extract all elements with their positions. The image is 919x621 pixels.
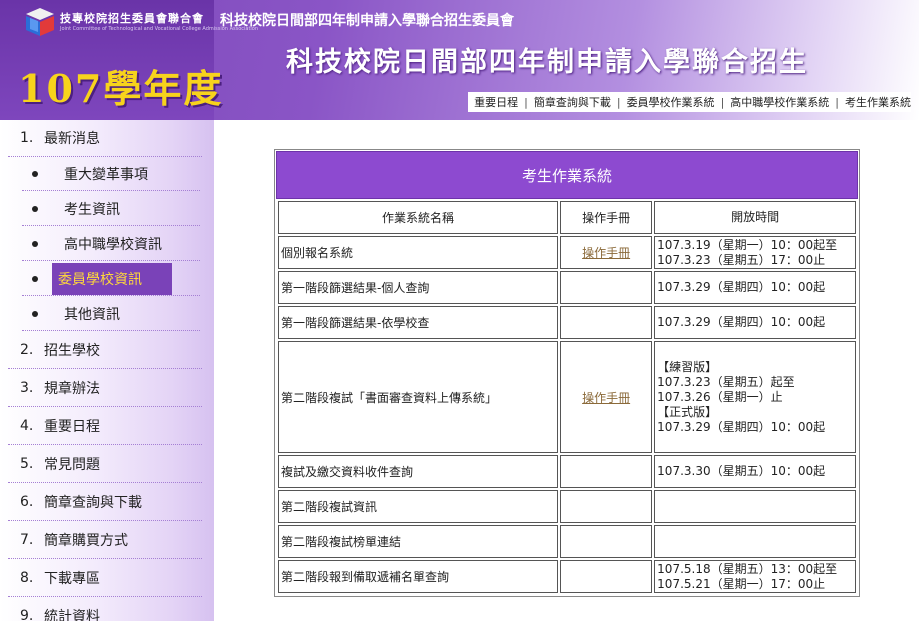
sidebar-subitem-student-info[interactable]: 考生資訊 [22,192,200,226]
sidebar-subitem-high-school-info[interactable]: 高中職學校資訊 [22,227,200,261]
column-header-manual: 操作手冊 [560,201,653,234]
sidebar-subitem-major-changes[interactable]: 重大變革事項 [22,157,200,191]
table-row: 第一階段篩選結果-個人查詢 107.3.29（星期四）10：00起 [278,271,856,304]
topnav-member-school-link[interactable]: 委員學校作業系統 [627,94,715,110]
open-time: 107.5.18（星期五）13：00起至 107.5.21（星期一）17：00止 [654,560,856,593]
bullet-icon [32,310,38,317]
academic-year: 107學年度 [18,66,224,111]
system-name-link[interactable]: 複試及繳交資料收件查詢 [278,455,559,488]
system-name-link[interactable]: 第二階段報到備取遞補名單查詢 [278,560,559,593]
open-time: 107.3.19（星期一）10：00起至 107.3.23（星期五）17：00止 [654,236,856,269]
page-title: 科技校院日間部四年制申請入學聯合招生 [286,47,808,78]
system-name-link[interactable]: 第一階段篩選結果-依學校查 [278,306,559,339]
sidebar-item-faq[interactable]: 5. 常見問題 [8,446,202,483]
header-logo-area: 技專校院招生委員會聯合會 Joint Committee of Technolo… [0,0,258,120]
sidebar: 1. 最新消息 重大變革事項 考生資訊 高中職學校資訊 委員學校資訊 其他資訊 2… [0,120,214,621]
manual-link[interactable]: 操作手冊 [582,391,630,405]
column-header-time: 開放時間 [654,201,856,234]
student-system-panel: 考生作業系統 作業系統名稱 操作手冊 開放時間 個別報名系統 操作手冊 107.… [274,149,860,597]
bullet-icon [32,170,38,177]
nav-separator: | [616,95,621,109]
system-name-link[interactable]: 第一階段篩選結果-個人查詢 [278,271,559,304]
topnav-schedule-link[interactable]: 重要日程 [474,94,518,110]
book-logo-icon [26,8,54,36]
table-row: 個別報名系統 操作手冊 107.3.19（星期一）10：00起至 107.3.2… [278,236,856,269]
sidebar-item-purchase[interactable]: 7. 簡章購買方式 [8,522,202,559]
nav-separator: | [835,95,839,109]
system-name-link[interactable]: 個別報名系統 [278,236,559,269]
manual-link[interactable]: 操作手冊 [582,246,630,260]
sidebar-item-statistics[interactable]: 9. 統計資料 [8,598,202,621]
bullet-icon [32,205,38,212]
main-content: 考生作業系統 作業系統名稱 操作手冊 開放時間 個別報名系統 操作手冊 107.… [214,120,919,621]
sidebar-item-regulations[interactable]: 3. 規章辦法 [8,370,202,407]
nav-separator: | [720,95,725,109]
table-row: 第二階段複試榜單連結 [278,525,856,558]
logo-text: 技專校院招生委員會聯合會 [60,12,204,25]
sidebar-item-schools[interactable]: 2. 招生學校 [8,332,202,369]
topnav-brochure-link[interactable]: 簡章查詢與下載 [534,94,611,110]
panel-title: 考生作業系統 [276,151,858,199]
table-row: 第一階段篩選結果-依學校查 107.3.29（星期四）10：00起 [278,306,856,339]
table-header-row: 作業系統名稱 操作手冊 開放時間 [278,201,856,234]
organization-name: 科技校院日間部四年制申請入學聯合招生委員會 [220,13,514,29]
system-name-link[interactable]: 第二階段複試資訊 [278,490,559,523]
open-time: 107.3.30（星期五）10：00起 [654,455,856,488]
system-name-link[interactable]: 第二階段複試榜單連結 [278,525,559,558]
sidebar-item-news[interactable]: 1. 最新消息 [8,120,202,157]
open-time: 107.3.29（星期四）10：00起 [654,271,856,304]
open-time: 107.3.29（星期四）10：00起 [654,306,856,339]
page-header: 技專校院招生委員會聯合會 Joint Committee of Technolo… [0,0,919,120]
sidebar-item-brochure[interactable]: 6. 簡章查詢與下載 [8,484,202,521]
top-navigation: 重要日程 | 簡章查詢與下載 | 委員學校作業系統 | 高中職學校作業系統 | … [468,92,911,112]
topnav-student-system-link[interactable]: 考生作業系統 [845,94,911,110]
sidebar-subitem-other-info[interactable]: 其他資訊 [22,297,200,331]
open-time: 【練習版】 107.3.23（星期五）起至 107.3.26（星期一）止 【正式… [654,341,856,453]
table-row: 第二階段複試「書面審查資料上傳系統」 操作手冊 【練習版】 107.3.23（星… [278,341,856,453]
table-row: 第二階段報到備取遞補名單查詢 107.5.18（星期五）13：00起至 107.… [278,560,856,593]
system-table: 作業系統名稱 操作手冊 開放時間 個別報名系統 操作手冊 107.3.19（星期… [276,199,858,595]
table-row: 第二階段複試資訊 [278,490,856,523]
bullet-icon [32,240,38,247]
sidebar-item-downloads[interactable]: 8. 下載專區 [8,560,202,597]
system-name-link[interactable]: 第二階段複試「書面審查資料上傳系統」 [278,341,559,453]
sidebar-subitem-member-school-info[interactable]: 委員學校資訊 [22,262,200,296]
column-header-name: 作業系統名稱 [278,201,559,234]
sidebar-item-schedule[interactable]: 4. 重要日程 [8,408,202,445]
topnav-high-school-link[interactable]: 高中職學校作業系統 [730,94,829,110]
nav-separator: | [524,95,528,109]
table-row: 複試及繳交資料收件查詢 107.3.30（星期五）10：00起 [278,455,856,488]
bullet-icon [32,275,38,282]
